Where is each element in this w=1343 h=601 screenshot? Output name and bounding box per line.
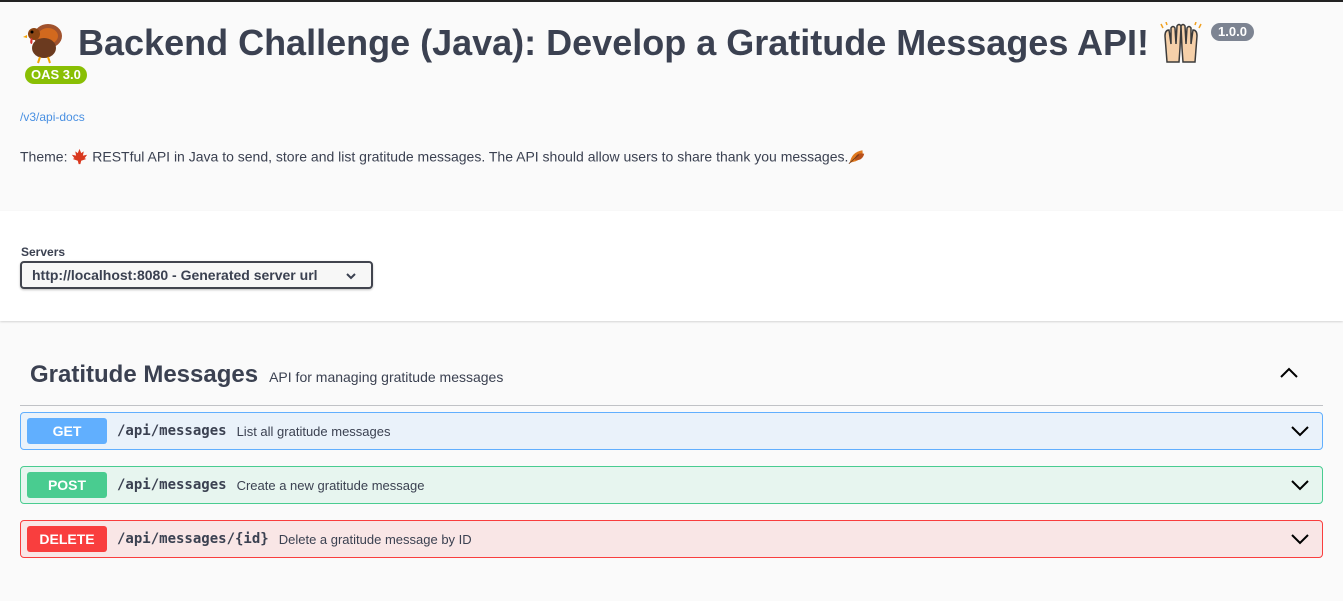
operation-delete-message[interactable]: DELETE /api/messages/{id} Delete a grati…	[20, 520, 1323, 558]
tag-description: API for managing gratitude messages	[269, 369, 504, 385]
version-badge: 1.0.0	[1211, 23, 1254, 41]
tag-section: Gratitude Messages API for managing grat…	[20, 345, 1323, 558]
operation-get-messages[interactable]: GET /api/messages List all gratitude mes…	[20, 412, 1323, 450]
api-docs-link[interactable]: /v3/api-docs	[20, 110, 85, 124]
method-badge-delete: DELETE	[27, 526, 107, 552]
description-text: RESTful API in Java to send, store and l…	[92, 148, 849, 165]
method-badge-post: POST	[27, 472, 107, 498]
operation-summary: Delete a gratitude message by ID	[278, 531, 472, 547]
operation-path: /api/messages/{id}	[117, 531, 269, 547]
operation-path: /api/messages	[117, 423, 227, 439]
server-select[interactable]: http://localhost:8080 - Generated server…	[20, 261, 373, 289]
api-info: Backend Challenge (Java): Develop a Grat…	[0, 2, 1343, 213]
maple-leaf-icon	[71, 148, 88, 168]
method-badge-get: GET	[27, 418, 107, 444]
chevron-up-icon[interactable]	[1279, 363, 1299, 388]
api-description: Theme: RESTful API in Java to send, stor…	[20, 148, 866, 168]
turkey-icon	[22, 20, 66, 69]
title-row: Backend Challenge (Java): Develop a Grat…	[22, 20, 1254, 69]
chevron-down-icon[interactable]	[1290, 477, 1310, 498]
page-title: Backend Challenge (Java): Develop a Grat…	[78, 22, 1150, 63]
servers-section: Servers http://localhost:8080 - Generate…	[0, 211, 1343, 321]
fallen-leaf-icon	[848, 148, 866, 168]
chevron-down-icon[interactable]	[1290, 423, 1310, 444]
servers-label: Servers	[21, 245, 66, 259]
tag-name: Gratitude Messages	[30, 361, 259, 388]
tag-header-gratitude-messages[interactable]: Gratitude Messages API for managing grat…	[20, 345, 1323, 406]
chevron-down-icon[interactable]	[1290, 531, 1310, 552]
description-prefix: Theme:	[20, 148, 68, 165]
chevron-down-icon	[345, 269, 357, 285]
operation-summary: Create a new gratitude message	[236, 477, 425, 493]
operation-summary: List all gratitude messages	[236, 423, 391, 439]
operation-path: /api/messages	[117, 477, 227, 493]
oas-badge: OAS 3.0	[25, 66, 87, 84]
operation-post-messages[interactable]: POST /api/messages Create a new gratitud…	[20, 466, 1323, 504]
raising-hands-icon	[1159, 21, 1203, 69]
server-select-value: http://localhost:8080 - Generated server…	[32, 267, 318, 283]
